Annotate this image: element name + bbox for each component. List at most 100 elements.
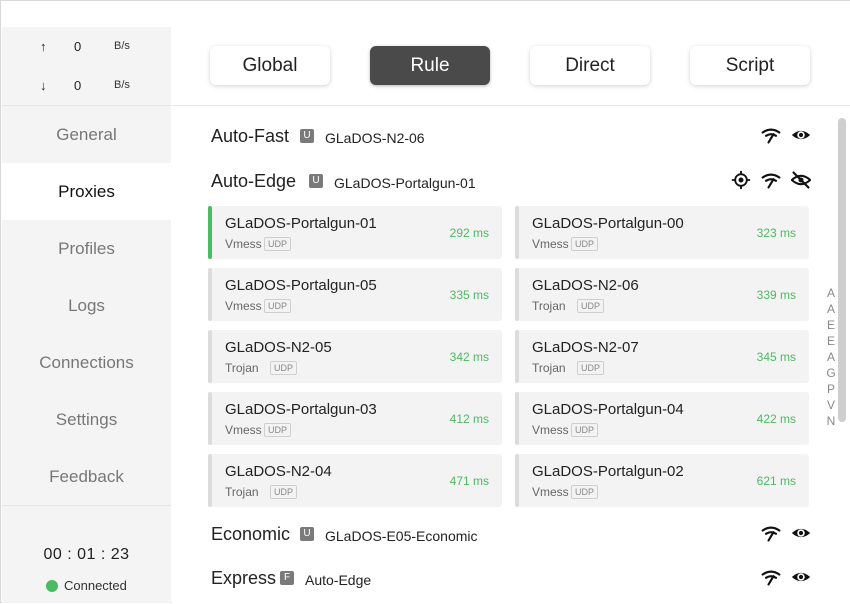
proxy-name: GLaDOS-N2-07 [532, 339, 639, 356]
proxy-delay[interactable]: 621 ms [757, 474, 796, 488]
proxy-type: Vmess [532, 237, 569, 251]
selection-indicator [515, 330, 519, 383]
proxy-type: Vmess [225, 299, 262, 313]
udp-badge: UDP [577, 299, 605, 313]
group-type-badge: U [309, 174, 323, 188]
proxy-delay[interactable]: 342 ms [450, 350, 489, 364]
selection-indicator [208, 454, 212, 507]
group-name: Auto-Edge [211, 171, 297, 191]
proxy-name: GLaDOS-Portalgun-02 [532, 463, 684, 480]
mode-global-button[interactable]: Global [210, 46, 330, 85]
eye-off-icon[interactable] [791, 170, 811, 190]
group-current-proxy: GLaDOS-Portalgun-01 [334, 175, 476, 191]
upload-arrow-icon: ↑ [40, 39, 47, 54]
selection-indicator [208, 392, 212, 445]
proxy-card[interactable]: GLaDOS-N2-05 Trojan UDP 342 ms [208, 330, 502, 383]
proxy-delay[interactable]: 339 ms [757, 288, 796, 302]
traffic-monitor: ↑ 0 B/s ↓ 0 B/s [2, 27, 171, 106]
udp-badge: UDP [571, 485, 599, 499]
proxy-delay[interactable]: 335 ms [450, 288, 489, 302]
download-value: 0 [74, 78, 82, 93]
selection-indicator [515, 454, 519, 507]
udp-badge: UDP [264, 299, 292, 313]
mode-rule-button[interactable]: Rule [370, 46, 490, 85]
proxy-group-header[interactable]: Economic U GLaDOS-E05-Economic [211, 520, 811, 550]
upload-speed: ↑ 0 B/s [2, 39, 171, 59]
mode-direct-button[interactable]: Direct [530, 46, 650, 85]
sidebar-item-profiles[interactable]: Profiles [2, 220, 171, 277]
eye-icon[interactable] [791, 125, 811, 145]
selection-indicator [515, 268, 519, 321]
group-name: Express [211, 568, 277, 588]
proxy-group-header[interactable]: Express F Auto-Edge [211, 564, 811, 594]
index-letter[interactable]: A [824, 349, 838, 365]
proxy-card[interactable]: GLaDOS-N2-06 Trojan UDP 339 ms [515, 268, 809, 321]
proxy-type: Trojan [532, 299, 566, 313]
proxy-name: GLaDOS-Portalgun-04 [532, 401, 684, 418]
proxy-card[interactable]: GLaDOS-Portalgun-00 Vmess UDP 323 ms [515, 206, 809, 259]
mode-script-button[interactable]: Script [690, 46, 810, 85]
wifi-icon[interactable] [761, 523, 781, 543]
proxy-card[interactable]: GLaDOS-N2-07 Trojan UDP 345 ms [515, 330, 809, 383]
locate-icon[interactable] [731, 170, 751, 190]
proxy-card[interactable]: GLaDOS-Portalgun-01 Vmess UDP 292 ms [208, 206, 502, 259]
selection-indicator [515, 206, 519, 259]
index-letter[interactable]: G [824, 365, 838, 381]
proxy-delay[interactable]: 412 ms [450, 412, 489, 426]
group-current-proxy: Auto-Edge [305, 572, 372, 588]
alphabet-index: A A E E A G P V N [824, 285, 838, 429]
group-type-badge: U [300, 129, 314, 143]
selection-indicator [515, 392, 519, 445]
proxy-group-header[interactable]: Auto-Edge U GLaDOS-Portalgun-01 [211, 167, 811, 197]
udp-badge: UDP [270, 485, 298, 499]
group-current-proxy: GLaDOS-E05-Economic [325, 528, 478, 544]
wifi-icon[interactable] [761, 567, 781, 587]
scrollbar-thumb[interactable] [838, 118, 846, 422]
index-letter[interactable]: E [824, 317, 838, 333]
proxy-card[interactable]: GLaDOS-Portalgun-05 Vmess UDP 335 ms [208, 268, 502, 321]
proxy-group-header[interactable]: Auto-Fast U GLaDOS-N2-06 [211, 122, 811, 152]
proxy-type: Vmess [225, 237, 262, 251]
index-letter[interactable]: A [824, 285, 838, 301]
udp-badge: UDP [571, 237, 599, 251]
proxy-card[interactable]: GLaDOS-Portalgun-02 Vmess UDP 621 ms [515, 454, 809, 507]
proxy-card[interactable]: GLaDOS-Portalgun-03 Vmess UDP 412 ms [208, 392, 502, 445]
uptime-clock: 00 : 01 : 23 [43, 546, 130, 563]
udp-badge: UDP [270, 361, 298, 375]
proxy-delay[interactable]: 345 ms [757, 350, 796, 364]
index-letter[interactable]: V [824, 397, 838, 413]
sidebar-item-feedback[interactable]: Feedback [2, 448, 171, 505]
proxy-delay[interactable]: 471 ms [450, 474, 489, 488]
index-letter[interactable]: E [824, 333, 838, 349]
sidebar-item-general[interactable]: General [2, 106, 171, 163]
connection-status: Connected [46, 578, 127, 593]
sidebar-item-settings[interactable]: Settings [2, 391, 171, 448]
proxy-delay[interactable]: 292 ms [450, 226, 489, 240]
app-window: ↑ 0 B/s ↓ 0 B/s General Proxies Profiles… [0, 0, 850, 603]
eye-icon[interactable] [791, 567, 811, 587]
download-arrow-icon: ↓ [40, 78, 47, 93]
proxy-type: Trojan [532, 361, 566, 375]
wifi-icon[interactable] [761, 125, 781, 145]
sidebar-item-logs[interactable]: Logs [2, 277, 171, 334]
proxy-delay[interactable]: 323 ms [757, 226, 796, 240]
selection-indicator [208, 268, 212, 321]
main-panel: Global Rule Direct Script Auto-Fast U GL… [172, 1, 850, 603]
proxy-delay[interactable]: 422 ms [757, 412, 796, 426]
sidebar-item-proxies[interactable]: Proxies [2, 163, 171, 220]
udp-badge: UDP [571, 423, 599, 437]
proxy-name: GLaDOS-N2-06 [532, 277, 639, 294]
proxy-card[interactable]: GLaDOS-Portalgun-04 Vmess UDP 422 ms [515, 392, 809, 445]
proxy-card[interactable]: GLaDOS-N2-04 Trojan UDP 471 ms [208, 454, 502, 507]
proxy-name: GLaDOS-N2-05 [225, 339, 332, 356]
group-type-badge: F [280, 571, 294, 585]
status-dot-icon [46, 579, 58, 592]
index-letter[interactable]: P [824, 381, 838, 397]
eye-icon[interactable] [791, 523, 811, 543]
group-current-proxy: GLaDOS-N2-06 [325, 130, 425, 146]
index-letter[interactable]: A [824, 301, 838, 317]
sidebar-item-connections[interactable]: Connections [2, 334, 171, 391]
index-letter[interactable]: N [824, 413, 838, 429]
download-speed: ↓ 0 B/s [2, 78, 171, 98]
wifi-icon[interactable] [761, 170, 781, 190]
